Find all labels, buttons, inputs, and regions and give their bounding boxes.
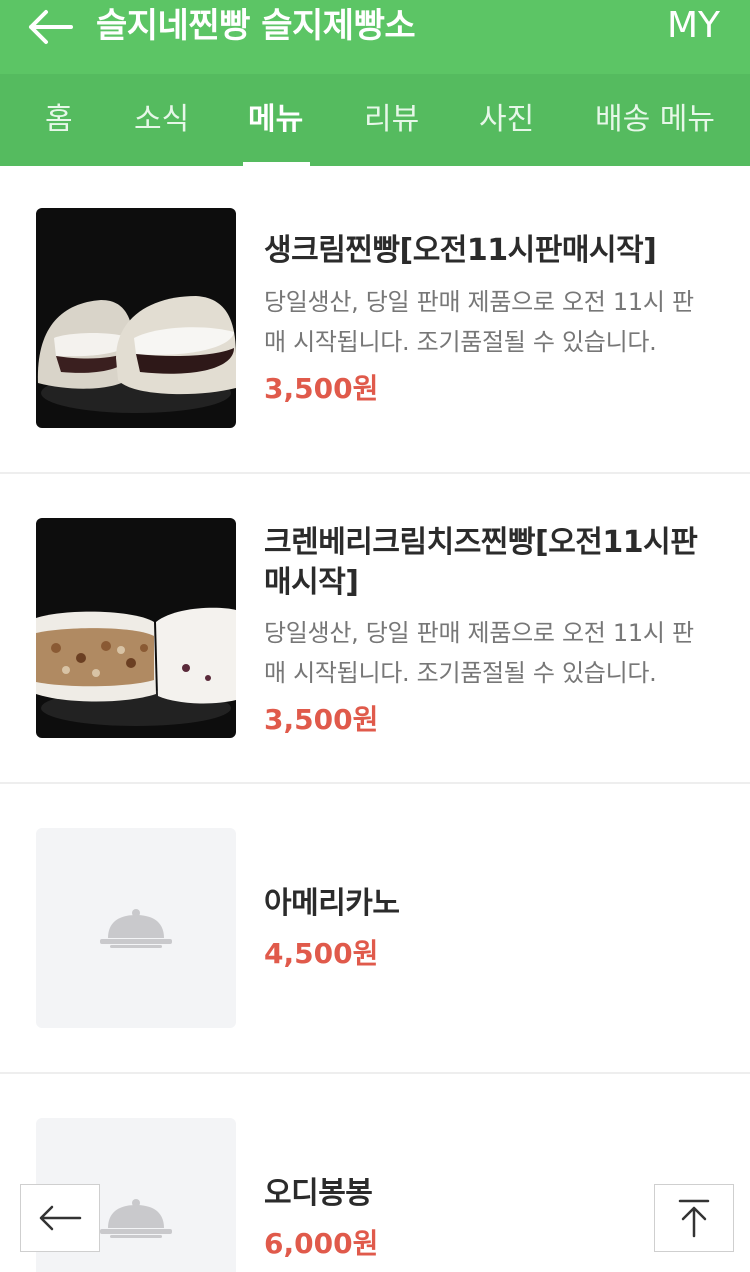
menu-item-price: 6,000원 bbox=[264, 1227, 379, 1260]
back-button[interactable] bbox=[22, 4, 78, 50]
tab-bar: 홈 소식 메뉴 리뷰 사진 배송 메뉴 bbox=[0, 74, 750, 166]
page-title: 슬지네찐빵 슬지제빵소 bbox=[96, 6, 416, 46]
tab-photo[interactable]: 사진 bbox=[479, 74, 534, 166]
arrow-left-icon bbox=[39, 1205, 82, 1231]
menu-item[interactable]: 아메리카노 4,500원 bbox=[0, 784, 750, 1074]
cream-bun-photo bbox=[36, 208, 236, 428]
menu-item[interactable]: 생크림찐빵[오전11시판매시작] 당일생산, 당일 판매 제품으로 오전 11시… bbox=[0, 166, 750, 474]
menu-item-desc-line1: 당일생산, 당일 판매 제품으로 오전 11시 판 bbox=[264, 288, 694, 316]
menu-item-desc-line2: 매 시작됩니다. 조기품절될 수 있습니다. bbox=[264, 328, 657, 356]
tab-home[interactable]: 홈 bbox=[45, 74, 73, 166]
tab-review[interactable]: 리뷰 bbox=[364, 74, 419, 166]
tab-delivery-menu[interactable]: 배송 메뉴 bbox=[595, 74, 715, 166]
cloche-icon bbox=[100, 909, 172, 948]
cranberry-bun-photo bbox=[36, 518, 236, 738]
menu-item-price: 4,500원 bbox=[264, 937, 379, 970]
image-placeholder bbox=[36, 828, 236, 1028]
menu-item-name: 아메리카노 bbox=[264, 886, 400, 921]
menu-item-name: 생크림찐빵[오전11시판매시작] bbox=[264, 233, 657, 268]
my-button[interactable]: MY bbox=[667, 0, 720, 52]
arrow-up-to-top-icon bbox=[678, 1199, 710, 1238]
menu-item-price: 3,500원 bbox=[264, 372, 379, 405]
app-header: 슬지네찐빵 슬지제빵소 MY bbox=[0, 0, 750, 74]
menu-item-desc-line2: 매 시작됩니다. 조기품절될 수 있습니다. bbox=[264, 659, 657, 687]
arrow-left-icon bbox=[29, 10, 73, 44]
menu-item[interactable]: 오디봉봉 6,000원 bbox=[0, 1074, 750, 1272]
menu-item-name-line2: 매시작] bbox=[264, 565, 359, 600]
tab-news[interactable]: 소식 bbox=[134, 74, 189, 166]
menu-item[interactable]: 크렌베리크림치즈찐빵[오전11시판 매시작] 당일생산, 당일 판매 제품으로 … bbox=[0, 474, 750, 784]
menu-item-price: 3,500원 bbox=[264, 703, 379, 736]
floating-back-button[interactable] bbox=[20, 1184, 100, 1252]
scroll-to-top-button[interactable] bbox=[654, 1184, 734, 1252]
menu-item-desc-line1: 당일생산, 당일 판매 제품으로 오전 11시 판 bbox=[264, 619, 694, 647]
tab-menu[interactable]: 메뉴 bbox=[248, 74, 303, 166]
